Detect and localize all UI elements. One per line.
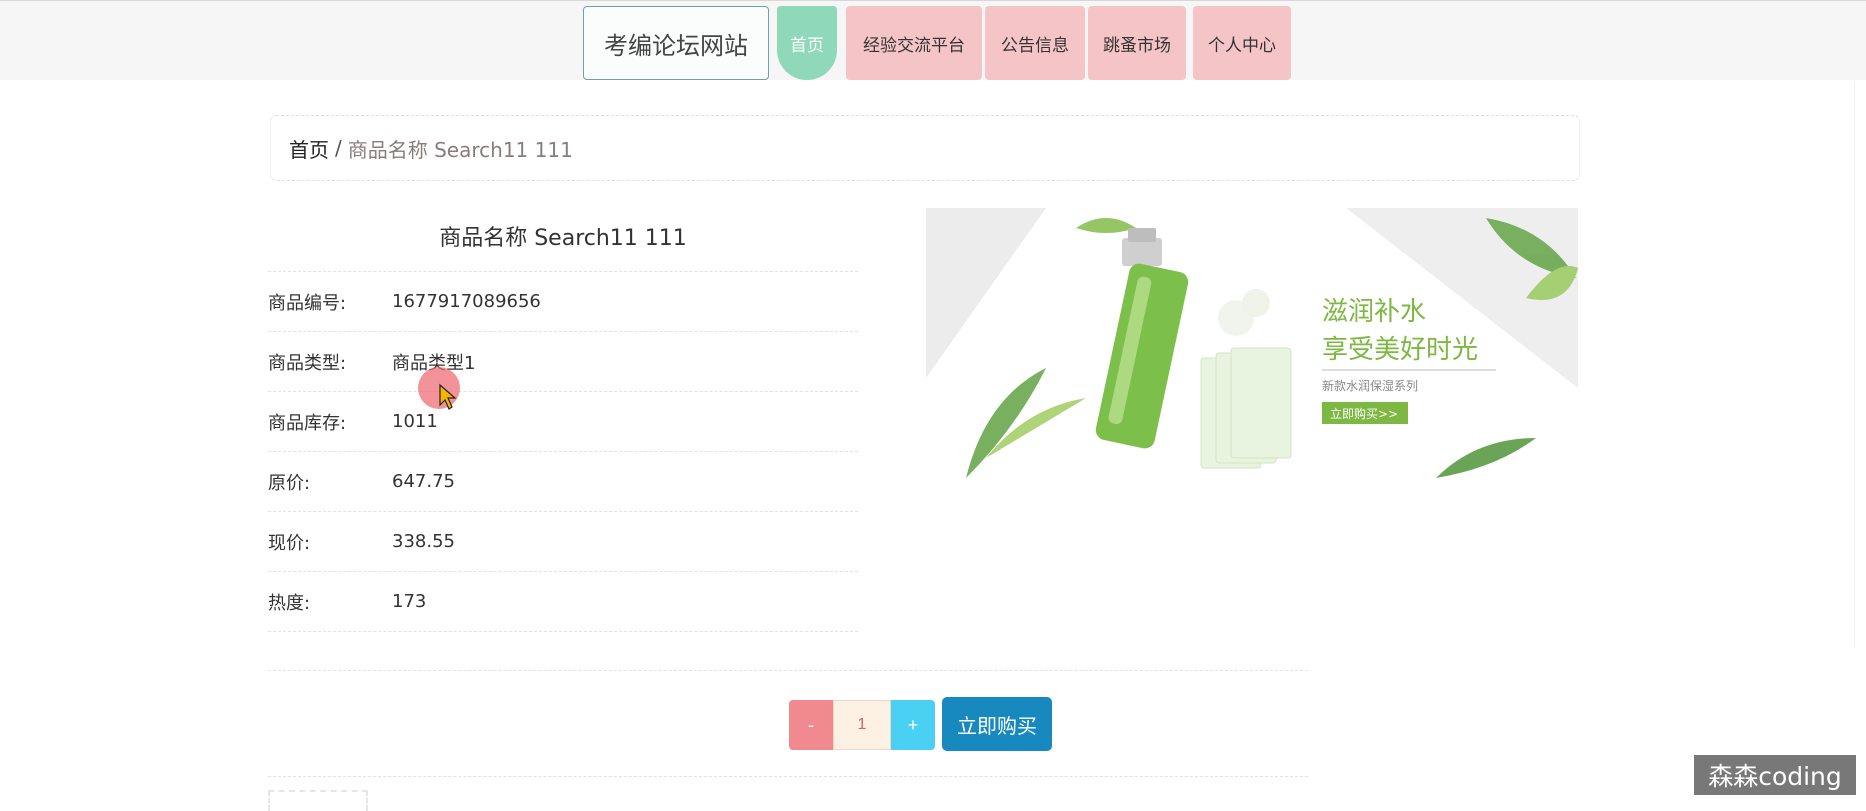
quantity-increase-button[interactable]: + [891, 700, 935, 750]
nav-item-announcements[interactable]: 公告信息 [985, 6, 1085, 80]
info-label: 热度: [268, 592, 311, 614]
info-label: 商品库存: [268, 412, 347, 434]
breadcrumb: 首页 / 商品名称 Search11 111 [270, 115, 1580, 181]
banner-headline-1: 滋润补水 [1322, 297, 1426, 327]
site-title[interactable]: 考编论坛网站 [583, 6, 769, 80]
breadcrumb-current: 商品名称 Search11 111 [347, 137, 573, 162]
buy-now-button[interactable]: 立即购买 [942, 697, 1052, 751]
info-label: 原价: [268, 472, 311, 494]
nav-item-experience[interactable]: 经验交流平台 [846, 6, 982, 80]
info-label: 现价: [268, 532, 311, 554]
info-value: 338.55 [392, 531, 455, 552]
info-value: 647.75 [392, 471, 455, 492]
section-divider [268, 670, 1308, 671]
product-banner-image: 滋润补水 享受美好时光 新款水润保湿系列 立即购买>> [926, 208, 1578, 484]
mouse-cursor-icon [439, 383, 457, 410]
banner-illustration: 滋润补水 享受美好时光 新款水润保湿系列 立即购买>> [926, 208, 1578, 478]
top-navbar: 考编论坛网站 首页 经验交流平台 公告信息 跳蚤市场 个人中心 [0, 0, 1866, 80]
watermark: 森森coding [1694, 755, 1856, 795]
info-label: 商品编号: [268, 292, 347, 314]
info-row-original-price: 原价: 647.75 [268, 452, 858, 512]
banner-cta: 立即购买>> [1330, 406, 1398, 421]
info-value: 1011 [392, 411, 438, 432]
product-title: 商品名称 Search11 111 [268, 220, 858, 272]
info-row-stock: 商品库存: 1011 [268, 392, 858, 452]
scrollbar[interactable] [1854, 82, 1866, 648]
info-value: 1677917089656 [392, 291, 541, 312]
breadcrumb-home-link[interactable]: 首页 [289, 134, 329, 163]
quantity-input[interactable] [833, 700, 891, 750]
info-value: 173 [392, 591, 427, 612]
info-row-popularity: 热度: 173 [268, 572, 858, 632]
section-divider [268, 776, 1308, 777]
nav-item-flea-market[interactable]: 跳蚤市场 [1088, 6, 1186, 80]
faint-footer-box [268, 790, 368, 811]
info-row-type: 商品类型: 商品类型1 [268, 332, 858, 392]
quantity-decrease-button[interactable]: - [789, 700, 833, 750]
banner-headline-2: 享受美好时光 [1322, 335, 1478, 365]
info-row-id: 商品编号: 1677917089656 [268, 272, 858, 332]
breadcrumb-separator: / [335, 136, 342, 160]
nav-item-personal-center[interactable]: 个人中心 [1193, 6, 1291, 80]
nav-item-home[interactable]: 首页 [777, 6, 837, 80]
info-row-current-price: 现价: 338.55 [268, 512, 858, 572]
banner-subtitle: 新款水润保湿系列 [1322, 378, 1418, 393]
info-label: 商品类型: [268, 352, 347, 374]
